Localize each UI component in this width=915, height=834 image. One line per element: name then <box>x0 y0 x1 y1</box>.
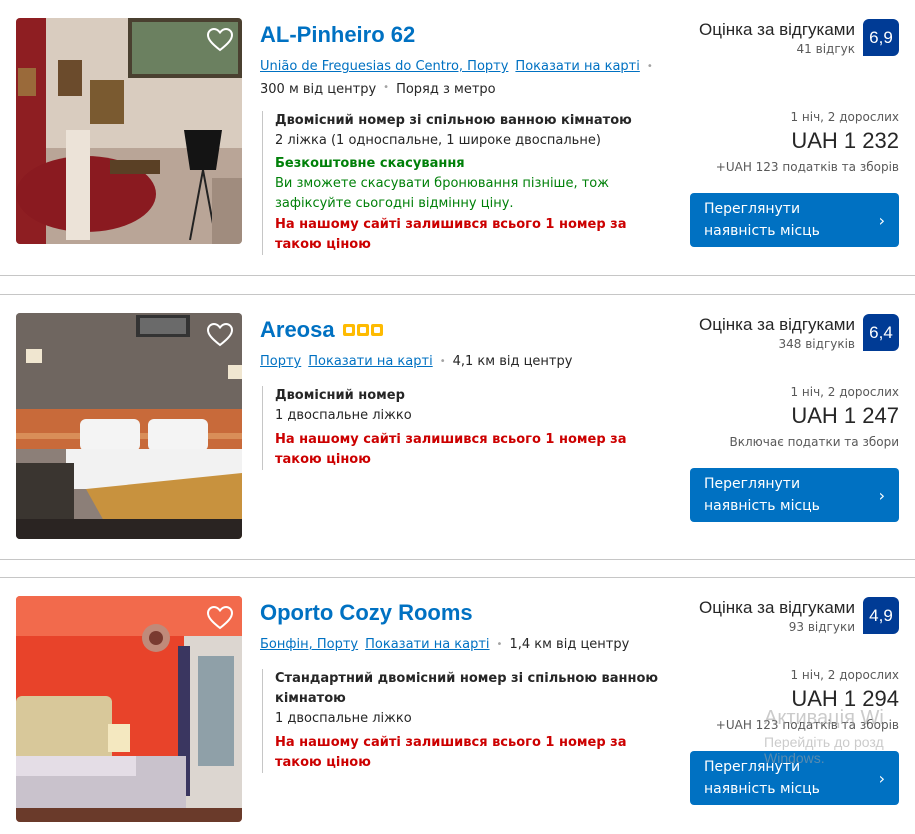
hotel-name[interactable]: AL-Pinheiro 62 <box>260 22 415 48</box>
hotel-name[interactable]: Oporto Cozy Rooms <box>260 600 473 626</box>
location-link[interactable]: União de Freguesias do Centro, Порту <box>260 59 508 74</box>
review-score: 6,4 <box>863 314 899 351</box>
heart-icon[interactable] <box>206 604 234 632</box>
chevron-right-icon: › <box>878 768 885 788</box>
map-link[interactable]: Показати на карті <box>515 59 639 74</box>
occupancy: 1 ніч, 2 дорослих <box>790 385 899 399</box>
taxes-text: +UAH 123 податків та зборів <box>715 718 899 732</box>
review-text: Оцінка за відгуками 348 відгуків <box>699 314 855 352</box>
chevron-right-icon: › <box>878 485 885 505</box>
room-name: Стандартний двомісний номер зі спільною … <box>275 671 659 706</box>
hotel-photo[interactable] <box>16 596 242 822</box>
price: UAH 1 294 <box>791 686 899 711</box>
review-label: Оцінка за відгуками <box>699 598 855 617</box>
separator-dot: • <box>439 356 446 367</box>
room-name: Двомісний номер зі спільною ванною кімна… <box>275 113 632 128</box>
distance-text: 300 м від центру <box>260 82 377 97</box>
taxes-text: Включає податки та збори <box>729 435 899 449</box>
review-count: 93 відгуки <box>788 620 855 634</box>
free-cancellation: Безкоштовне скасування <box>275 156 465 171</box>
hotel-photo[interactable] <box>16 18 242 244</box>
metro-text: Поряд з метро <box>396 82 496 97</box>
star-rating <box>342 324 383 336</box>
hotel-card: Oporto Cozy Rooms Бонфін, Порту Показати… <box>0 577 915 834</box>
scarcity-message: На нашому сайті залишився всього 1 номер… <box>275 735 627 770</box>
map-link[interactable]: Показати на карті <box>365 637 489 652</box>
room-info: Стандартний двомісний номер зі спільною … <box>262 669 662 773</box>
occupancy: 1 ніч, 2 дорослих <box>790 110 899 124</box>
distance-text: 1,4 км від центру <box>509 637 630 652</box>
star-icon <box>356 324 369 336</box>
price-box: 1 ніч, 2 дорослих UAH 1 232 +UAH 123 под… <box>716 108 899 176</box>
location-row: Бонфін, Порту Показати на карті • 1,4 км… <box>260 637 629 652</box>
taxes-text: +UAH 123 податків та зборів <box>715 160 899 174</box>
review-block[interactable]: Оцінка за відгуками 348 відгуків 6,4 <box>699 314 899 352</box>
beds-text: 2 ліжка (1 односпальне, 1 широке двоспал… <box>275 133 601 148</box>
room-info: Двомісний номер 1 двоспальне ліжко На на… <box>262 386 662 470</box>
review-label: Оцінка за відгуками <box>699 315 855 334</box>
star-icon <box>370 324 383 336</box>
hotel-card: Areosa Порту Показати на карті • 4,1 км … <box>0 294 915 560</box>
review-block[interactable]: Оцінка за відгуками 41 відгук 6,9 <box>699 19 899 57</box>
separator-dot: • <box>646 61 653 72</box>
distance-row: 300 м від центру • Поряд з метро <box>260 82 496 97</box>
review-score: 6,9 <box>863 19 899 56</box>
room-info: Двомісний номер зі спільною ванною кімна… <box>262 111 662 255</box>
separator-dot: • <box>383 82 390 93</box>
title-row: AL-Pinheiro 62 <box>260 22 415 48</box>
hotel-card: AL-Pinheiro 62 União de Freguesias do Ce… <box>0 0 915 276</box>
review-text: Оцінка за відгуками 41 відгук <box>699 19 855 57</box>
distance-text: 4,1 км від центру <box>452 354 573 369</box>
beds-text: 1 двоспальне ліжко <box>275 711 412 726</box>
review-label: Оцінка за відгуками <box>699 20 855 39</box>
location-row: União de Freguesias do Centro, Порту Пок… <box>260 59 653 74</box>
price-box: 1 ніч, 2 дорослих UAH 1 294 +UAH 123 под… <box>716 666 899 734</box>
title-row: Areosa <box>260 317 383 343</box>
hotel-name[interactable]: Areosa <box>260 317 335 343</box>
availability-button-label: Переглянути наявність місць <box>704 476 820 514</box>
location-link[interactable]: Порту <box>260 354 301 369</box>
room-name: Двомісний номер <box>275 388 405 403</box>
price: UAH 1 232 <box>791 128 899 153</box>
star-icon <box>342 324 355 336</box>
hotel-photo[interactable] <box>16 313 242 539</box>
location-link[interactable]: Бонфін, Порту <box>260 637 358 652</box>
free-cancellation-desc: Ви зможете скасувати бронювання пізніше,… <box>275 176 609 211</box>
availability-button[interactable]: Переглянути наявність місць › <box>690 751 899 805</box>
location-row: Порту Показати на карті • 4,1 км від цен… <box>260 354 572 369</box>
review-text: Оцінка за відгуками 93 відгуки <box>699 597 855 635</box>
availability-button[interactable]: Переглянути наявність місць › <box>690 193 899 247</box>
beds-text: 1 двоспальне ліжко <box>275 408 412 423</box>
availability-button[interactable]: Переглянути наявність місць › <box>690 468 899 522</box>
occupancy: 1 ніч, 2 дорослих <box>790 668 899 682</box>
availability-button-label: Переглянути наявність місць <box>704 201 820 239</box>
chevron-right-icon: › <box>878 210 885 230</box>
scarcity-message: На нашому сайті залишився всього 1 номер… <box>275 217 627 252</box>
price: UAH 1 247 <box>791 403 899 428</box>
review-count: 41 відгук <box>796 42 855 56</box>
review-count: 348 відгуків <box>778 337 855 351</box>
scarcity-message: На нашому сайті залишився всього 1 номер… <box>275 432 627 467</box>
price-box: 1 ніч, 2 дорослих UAH 1 247 Включає пода… <box>730 383 899 451</box>
separator-dot: • <box>496 639 503 650</box>
title-row: Oporto Cozy Rooms <box>260 600 473 626</box>
map-link[interactable]: Показати на карті <box>308 354 432 369</box>
review-score: 4,9 <box>863 597 899 634</box>
review-block[interactable]: Оцінка за відгуками 93 відгуки 4,9 <box>699 597 899 635</box>
availability-button-label: Переглянути наявність місць <box>704 759 820 797</box>
heart-icon[interactable] <box>206 26 234 54</box>
heart-icon[interactable] <box>206 321 234 349</box>
